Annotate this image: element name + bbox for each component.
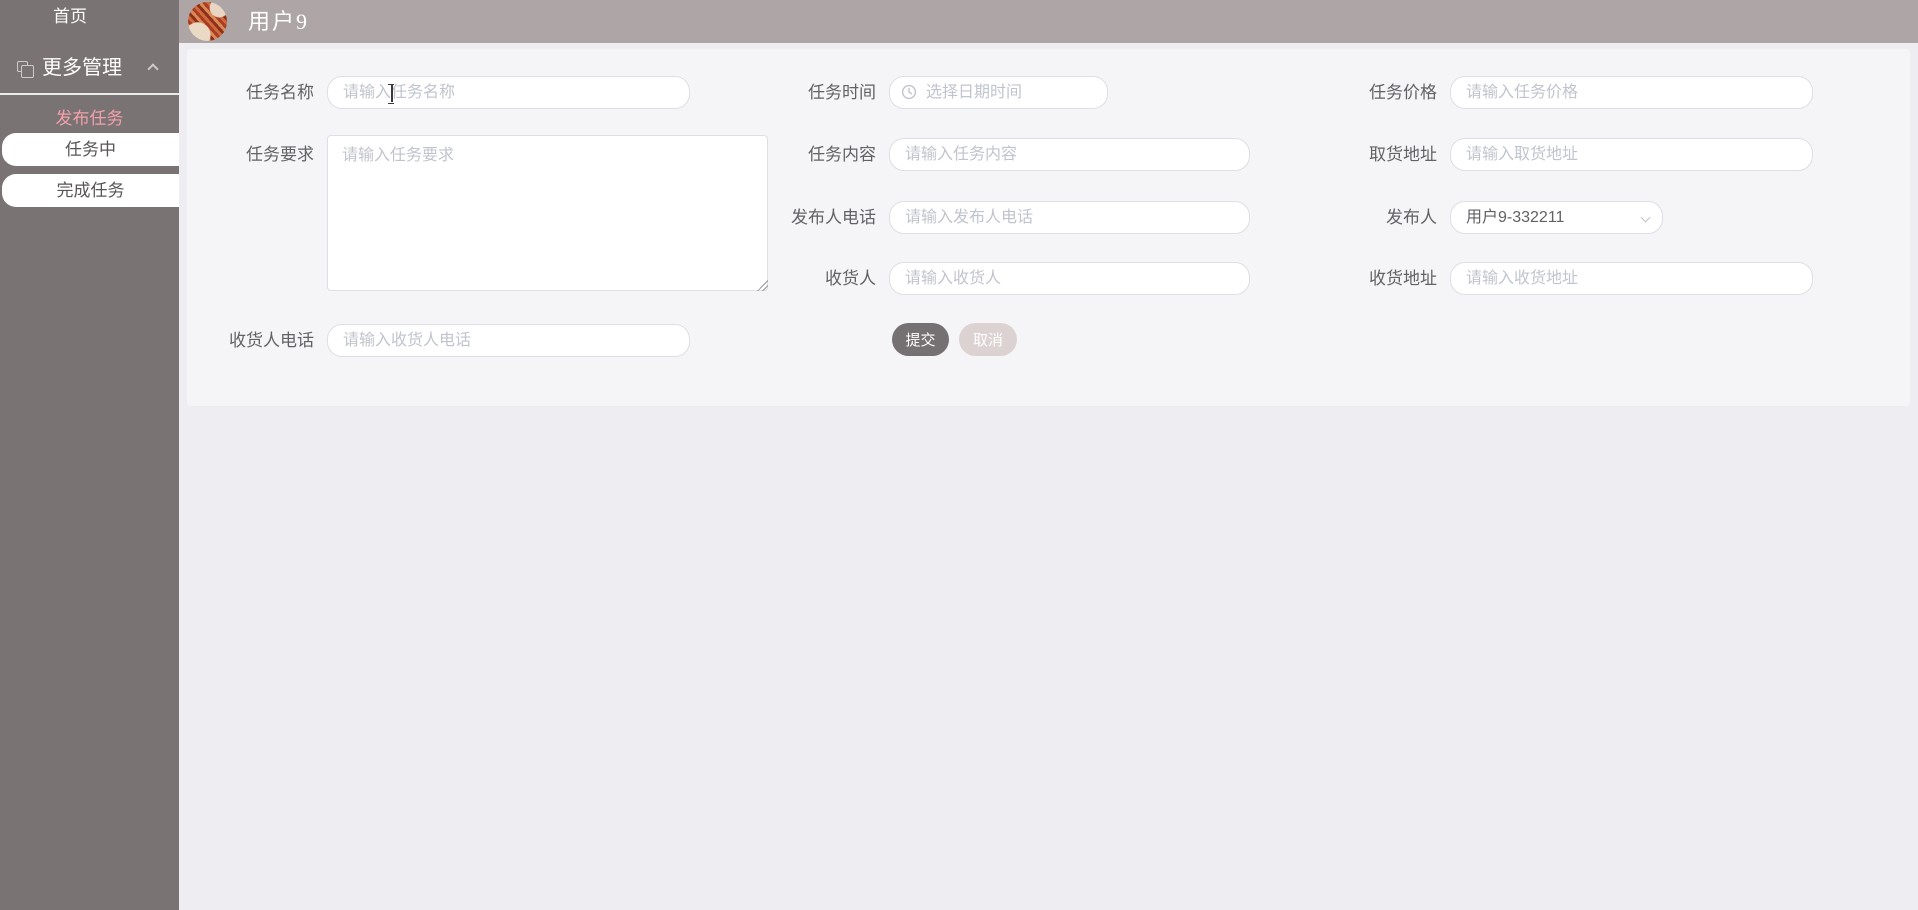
task-content-label: 任务内容 [808,145,876,164]
chevron-up-icon [147,63,159,75]
publisher-label: 发布人 [1386,208,1437,227]
consignee-phone-label: 收货人电话 [229,331,314,350]
task-time-label: 任务时间 [808,83,876,102]
task-price-label: 任务价格 [1369,83,1437,102]
task-name-label: 任务名称 [246,83,314,102]
consignee-label: 收货人 [825,269,876,288]
sidebar-item-more-management[interactable]: 更多管理 [0,52,179,84]
sidebar-item-task-in-progress[interactable]: 任务中 [2,133,179,166]
pickup-address-input[interactable] [1450,138,1813,171]
consignee-phone-input[interactable] [327,324,690,357]
publisher-phone-label: 发布人电话 [791,208,876,227]
sidebar-item-label: 更多管理 [42,57,122,79]
sidebar: 首页 更多管理 发布任务 任务中 完成任务 [0,0,179,910]
publisher-phone-input[interactable] [889,201,1250,234]
header-bar: 用户9 [179,0,1918,43]
delivery-address-label: 收货地址 [1369,269,1437,288]
sidebar-item-publish-task[interactable]: 发布任务 [0,108,179,130]
task-requirement-label: 任务要求 [246,145,314,164]
username-text: 用户9 [248,9,310,34]
sidebar-item-completed-task[interactable]: 完成任务 [2,174,179,207]
task-content-input[interactable] [889,138,1250,171]
delivery-address-input[interactable] [1450,262,1813,295]
task-time-date-input[interactable] [889,76,1108,109]
publisher-select[interactable]: 用户9-332211 [1450,201,1663,234]
sidebar-item-home[interactable]: 首页 [0,2,179,32]
copy-icon [17,61,34,78]
submit-button[interactable]: 提交 [892,323,949,356]
user-avatar[interactable] [188,2,227,41]
pickup-address-label: 取货地址 [1369,145,1437,164]
task-name-input[interactable] [327,76,690,109]
publisher-select-value: 用户9-332211 [1466,209,1565,226]
task-form-card: 任务名称 任务时间 任务价格 任务要求 任务内容 取货地址 发布人电话 发布人 … [187,49,1910,406]
task-price-input[interactable] [1450,76,1813,109]
sidebar-divider [0,93,179,95]
consignee-input[interactable] [889,262,1250,295]
cancel-button[interactable]: 取消 [959,323,1017,356]
